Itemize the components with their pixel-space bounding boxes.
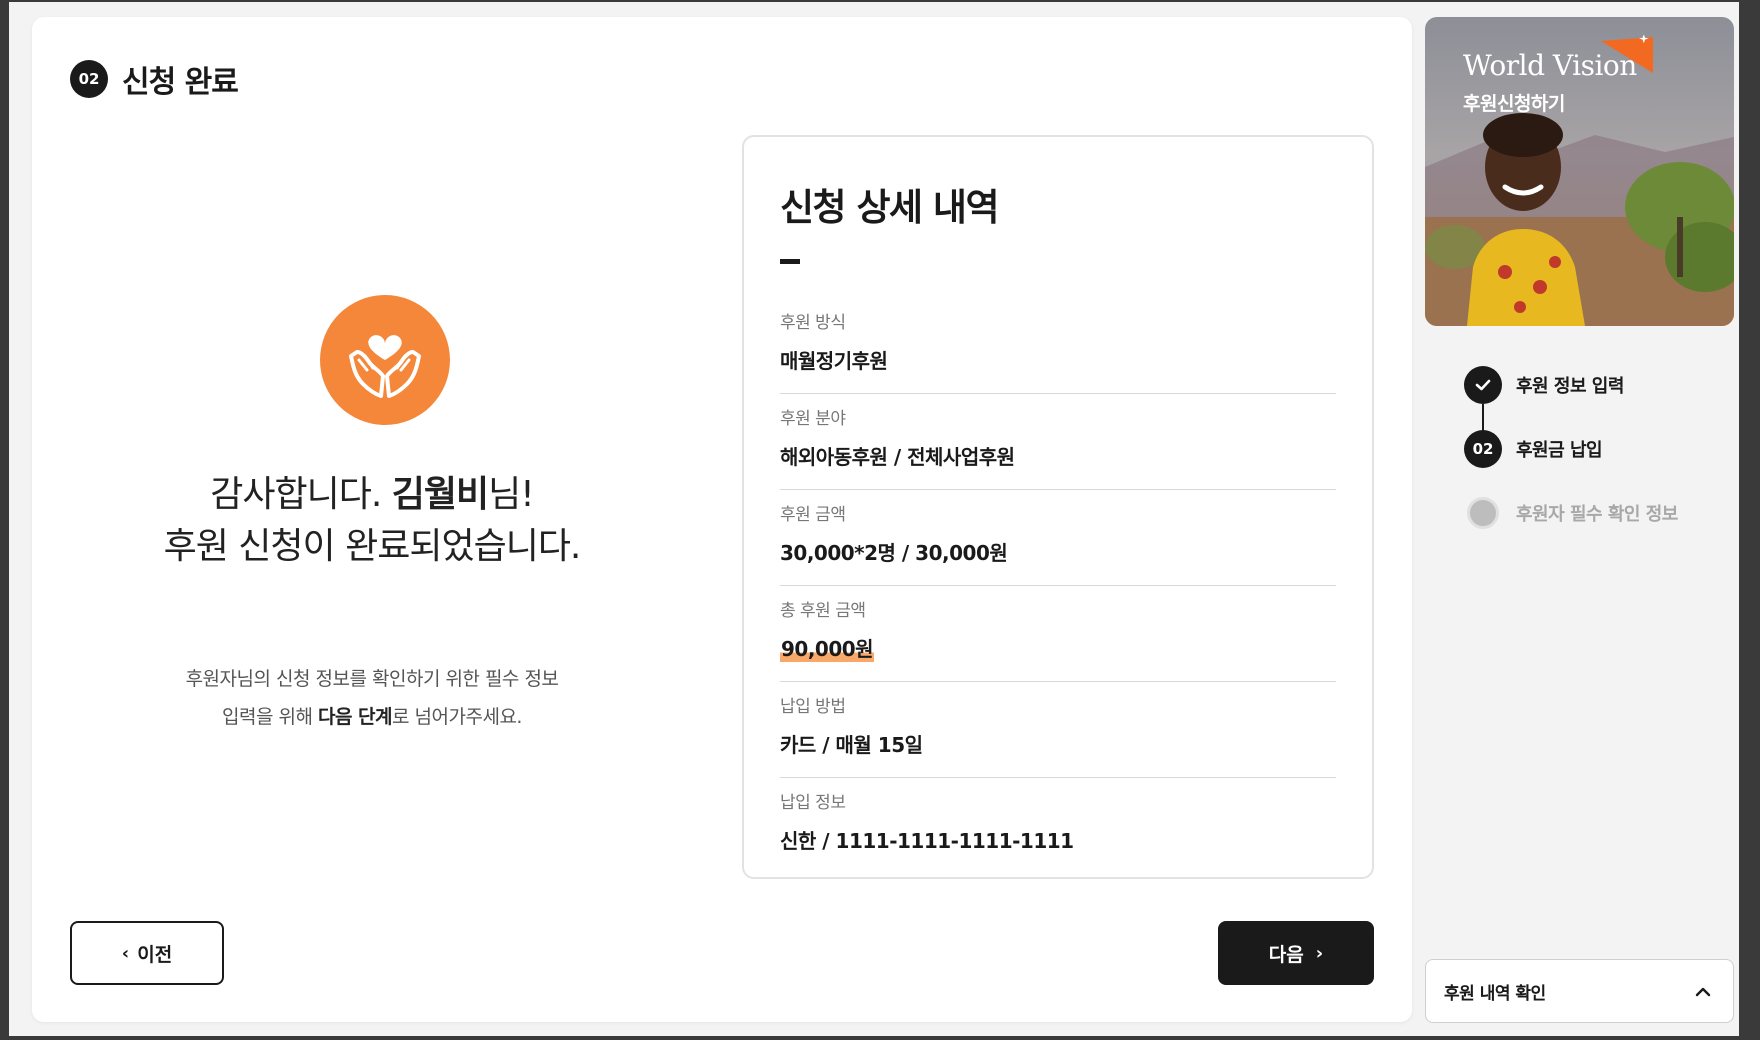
note-line1: 후원자님의 신청 정보를 확인하기 위한 필수 정보 xyxy=(185,668,559,690)
main-card: 02 신청 완료 감사합니다. 김월비님! 후원 신청이 완료되었습니다. 후원 xyxy=(32,17,1412,1022)
detail-label: 총 후원 금액 xyxy=(780,601,866,621)
note-line2-bold: 다음 단계 xyxy=(317,706,393,728)
brand-subtitle: 후원신청하기 xyxy=(1463,93,1565,115)
donor-name: 김월비 xyxy=(391,474,489,515)
next-button-label: 다음 xyxy=(1268,943,1304,966)
pending-step-dot xyxy=(1467,497,1499,529)
note-line2-prefix: 입력을 위해 xyxy=(222,706,318,728)
total-amount-value: 90,000원 xyxy=(780,633,875,662)
detail-row-payment-info: 납입 정보 신한 / 1111-1111-1111-1111 xyxy=(780,778,1336,874)
thanks-message: 감사합니다. 김월비님! 후원 신청이 완료되었습니다. xyxy=(92,469,652,573)
prev-button-label: 이전 xyxy=(137,943,173,966)
donation-summary-toggle[interactable]: 후원 내역 확인 xyxy=(1425,959,1734,1023)
thanks-line2: 후원 신청이 완료되었습니다. xyxy=(163,526,582,567)
app-frame: 02 신청 완료 감사합니다. 김월비님! 후원 신청이 완료되었습니다. 후원 xyxy=(9,2,1739,1036)
sponsor-hero-image: World Vision 후원신청하기 xyxy=(1425,17,1734,326)
detail-value: 30,000*2명 / 30,000원 xyxy=(780,541,1008,565)
stepper-label: 후원금 납입 xyxy=(1516,440,1603,461)
stepper-item-donation-info: 후원 정보 입력 xyxy=(1464,366,1624,404)
chevron-right-icon: › xyxy=(1315,942,1324,964)
world-vision-logo-mark xyxy=(1601,35,1653,73)
heart-hands-icon xyxy=(320,295,450,425)
detail-label: 후원 금액 xyxy=(780,505,846,525)
detail-label: 후원 분야 xyxy=(780,409,846,429)
prev-button[interactable]: ‹ 이전 xyxy=(70,921,224,985)
title-divider xyxy=(780,259,800,264)
detail-label: 납입 정보 xyxy=(780,793,846,813)
stepper-label: 후원 정보 입력 xyxy=(1516,376,1624,397)
detail-row-amount: 후원 금액 30,000*2명 / 30,000원 xyxy=(780,490,1336,586)
step-number-badge: 02 xyxy=(1464,430,1502,468)
detail-label: 납입 방법 xyxy=(780,697,846,717)
next-step-note: 후원자님의 신청 정보를 확인하기 위한 필수 정보 입력을 위해 다음 단계로… xyxy=(92,660,652,736)
thanks-suffix: 님! xyxy=(488,474,535,515)
check-icon xyxy=(1464,366,1502,404)
completion-panel: 감사합니다. 김월비님! 후원 신청이 완료되었습니다. 후원자님의 신청 정보… xyxy=(32,17,692,1022)
stepper-label: 후원자 필수 확인 정보 xyxy=(1516,504,1678,525)
detail-label: 후원 방식 xyxy=(780,313,846,333)
summary-label: 후원 내역 확인 xyxy=(1444,983,1546,1004)
thanks-prefix: 감사합니다. xyxy=(210,474,392,515)
detail-row-payment-method: 납입 방법 카드 / 매월 15일 xyxy=(780,682,1336,778)
detail-value: 신한 / 1111-1111-1111-1111 xyxy=(780,829,1074,853)
detail-value: 카드 / 매월 15일 xyxy=(780,733,923,757)
next-button[interactable]: 다음 › xyxy=(1218,921,1374,985)
detail-value: 매월정기후원 xyxy=(780,349,888,373)
stepper-item-required-info: 후원자 필수 확인 정보 xyxy=(1464,497,1678,529)
chevron-up-icon xyxy=(1695,982,1711,1001)
detail-row-method: 후원 방식 매월정기후원 xyxy=(780,298,1336,394)
application-details-card: 신청 상세 내역 후원 방식 매월정기후원 후원 분야 해외아동후원 / 전체사… xyxy=(742,135,1374,879)
chevron-left-icon: ‹ xyxy=(121,942,130,964)
note-line2-suffix: 로 넘어가주세요. xyxy=(392,706,522,728)
detail-row-total: 총 후원 금액 90,000원 xyxy=(780,586,1336,682)
details-title: 신청 상세 내역 xyxy=(780,186,1000,229)
detail-row-field: 후원 분야 해외아동후원 / 전체사업후원 xyxy=(780,394,1336,490)
stepper-item-payment: 02 후원금 납입 xyxy=(1464,430,1603,468)
detail-value: 해외아동후원 / 전체사업후원 xyxy=(780,445,1015,469)
